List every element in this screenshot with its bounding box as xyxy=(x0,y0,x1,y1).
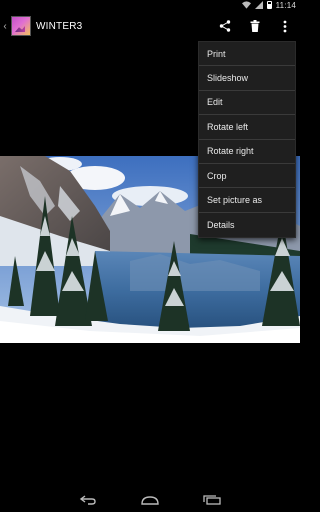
back-icon xyxy=(79,495,96,505)
status-bar: 11:14 xyxy=(0,0,300,10)
menu-item-rotate-left[interactable]: Rotate left xyxy=(199,115,295,140)
overflow-menu-icon xyxy=(283,20,287,32)
recent-apps-button[interactable] xyxy=(200,490,224,510)
menu-item-slideshow[interactable]: Slideshow xyxy=(199,66,295,91)
back-button[interactable] xyxy=(76,490,100,510)
share-button[interactable] xyxy=(210,11,240,41)
menu-item-details[interactable]: Details xyxy=(199,213,295,237)
overflow-menu: Print Slideshow Edit Rotate left Rotate … xyxy=(198,41,296,239)
up-navigation-icon[interactable]: ‹ xyxy=(1,11,9,41)
delete-button[interactable] xyxy=(240,11,270,41)
menu-item-print[interactable]: Print xyxy=(199,42,295,67)
wifi-icon xyxy=(241,1,251,9)
navigation-bar xyxy=(0,488,300,512)
menu-item-set-picture-as[interactable]: Set picture as xyxy=(199,188,295,213)
action-bar: ‹ WINTER3 xyxy=(0,11,300,41)
home-button[interactable] xyxy=(138,490,162,510)
page-title: WINTER3 xyxy=(36,20,83,32)
menu-item-crop[interactable]: Crop xyxy=(199,164,295,189)
overflow-menu-button[interactable] xyxy=(270,11,300,41)
share-icon xyxy=(219,20,231,32)
recent-apps-icon xyxy=(203,495,221,505)
delete-icon xyxy=(250,20,260,32)
menu-item-rotate-right[interactable]: Rotate right xyxy=(199,140,295,164)
battery-icon xyxy=(266,1,272,9)
gallery-app-icon[interactable] xyxy=(11,16,31,36)
menu-item-edit[interactable]: Edit xyxy=(199,91,295,116)
home-icon xyxy=(141,496,159,505)
signal-icon xyxy=(254,1,263,9)
clock: 11:14 xyxy=(275,0,296,10)
